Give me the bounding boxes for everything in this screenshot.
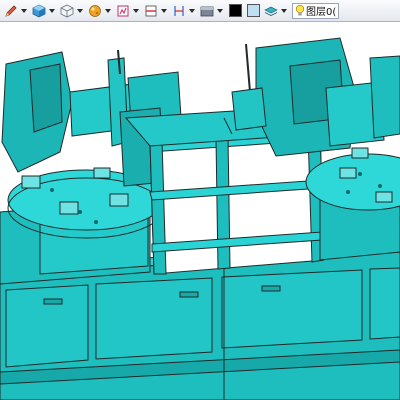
toolbar-dropdown-caret[interactable] [132, 3, 139, 19]
toolbar-dropdown-caret[interactable] [188, 3, 195, 19]
toolbar-dropdown-caret[interactable] [280, 3, 287, 19]
3d-model-viewport[interactable] [0, 22, 400, 400]
machine-assembly-model [0, 37, 400, 400]
toolbar-group-colors [226, 0, 290, 22]
drawer-handle [179, 291, 199, 298]
toolbar: 图层0( [0, 0, 400, 22]
display-style-icon[interactable] [199, 3, 215, 19]
toolbar-group-material [86, 0, 114, 22]
layer-stack-icon [264, 6, 278, 16]
toolbar-group-section [142, 0, 170, 22]
texture-icon[interactable] [115, 3, 131, 19]
section-plane-icon[interactable] [143, 3, 159, 19]
lightbulb-icon [295, 4, 305, 16]
toolbar-dropdown-caret[interactable] [20, 3, 27, 19]
cabinet-door-panel [5, 284, 89, 368]
pencil-draw-icon[interactable] [3, 3, 19, 19]
toolbar-dropdown-caret[interactable] [48, 3, 55, 19]
toolbar-group-texture [114, 0, 142, 22]
toolbar-group-display [198, 0, 226, 22]
drawer-handle [43, 298, 63, 305]
cad-application: 图层0( [0, 0, 400, 400]
cabinet-door-panel [369, 267, 400, 340]
cabinet-door-panel [221, 269, 363, 349]
toolbar-group-dimension [170, 0, 198, 22]
light-blue-swatch-icon [246, 4, 260, 17]
toolbar-group-solid [30, 0, 58, 22]
drawer-handle [261, 285, 281, 292]
wireframe-cube-icon[interactable] [59, 3, 75, 19]
toolbar-dropdown-caret[interactable] [76, 3, 83, 19]
toolbar-dropdown-caret[interactable] [216, 3, 223, 19]
dimension-icon[interactable] [171, 3, 187, 19]
layer-name-label: 图层0( [306, 7, 337, 18]
toolbar-group-wire [58, 0, 86, 22]
cabinet-door-panel [95, 277, 213, 360]
fill-color-black-swatch[interactable] [227, 3, 243, 19]
black-swatch-icon [228, 4, 242, 17]
layer-selector[interactable]: 图层0( [292, 2, 340, 19]
material-sphere-icon[interactable] [87, 3, 103, 19]
toolbar-dropdown-caret[interactable] [160, 3, 167, 19]
toolbar-dropdown-caret[interactable] [104, 3, 111, 19]
fill-color-light-blue-swatch[interactable] [245, 3, 261, 19]
color-cube-icon[interactable] [31, 3, 47, 19]
toolbar-group-draw [2, 0, 30, 22]
layer-stack-button[interactable] [263, 3, 279, 19]
